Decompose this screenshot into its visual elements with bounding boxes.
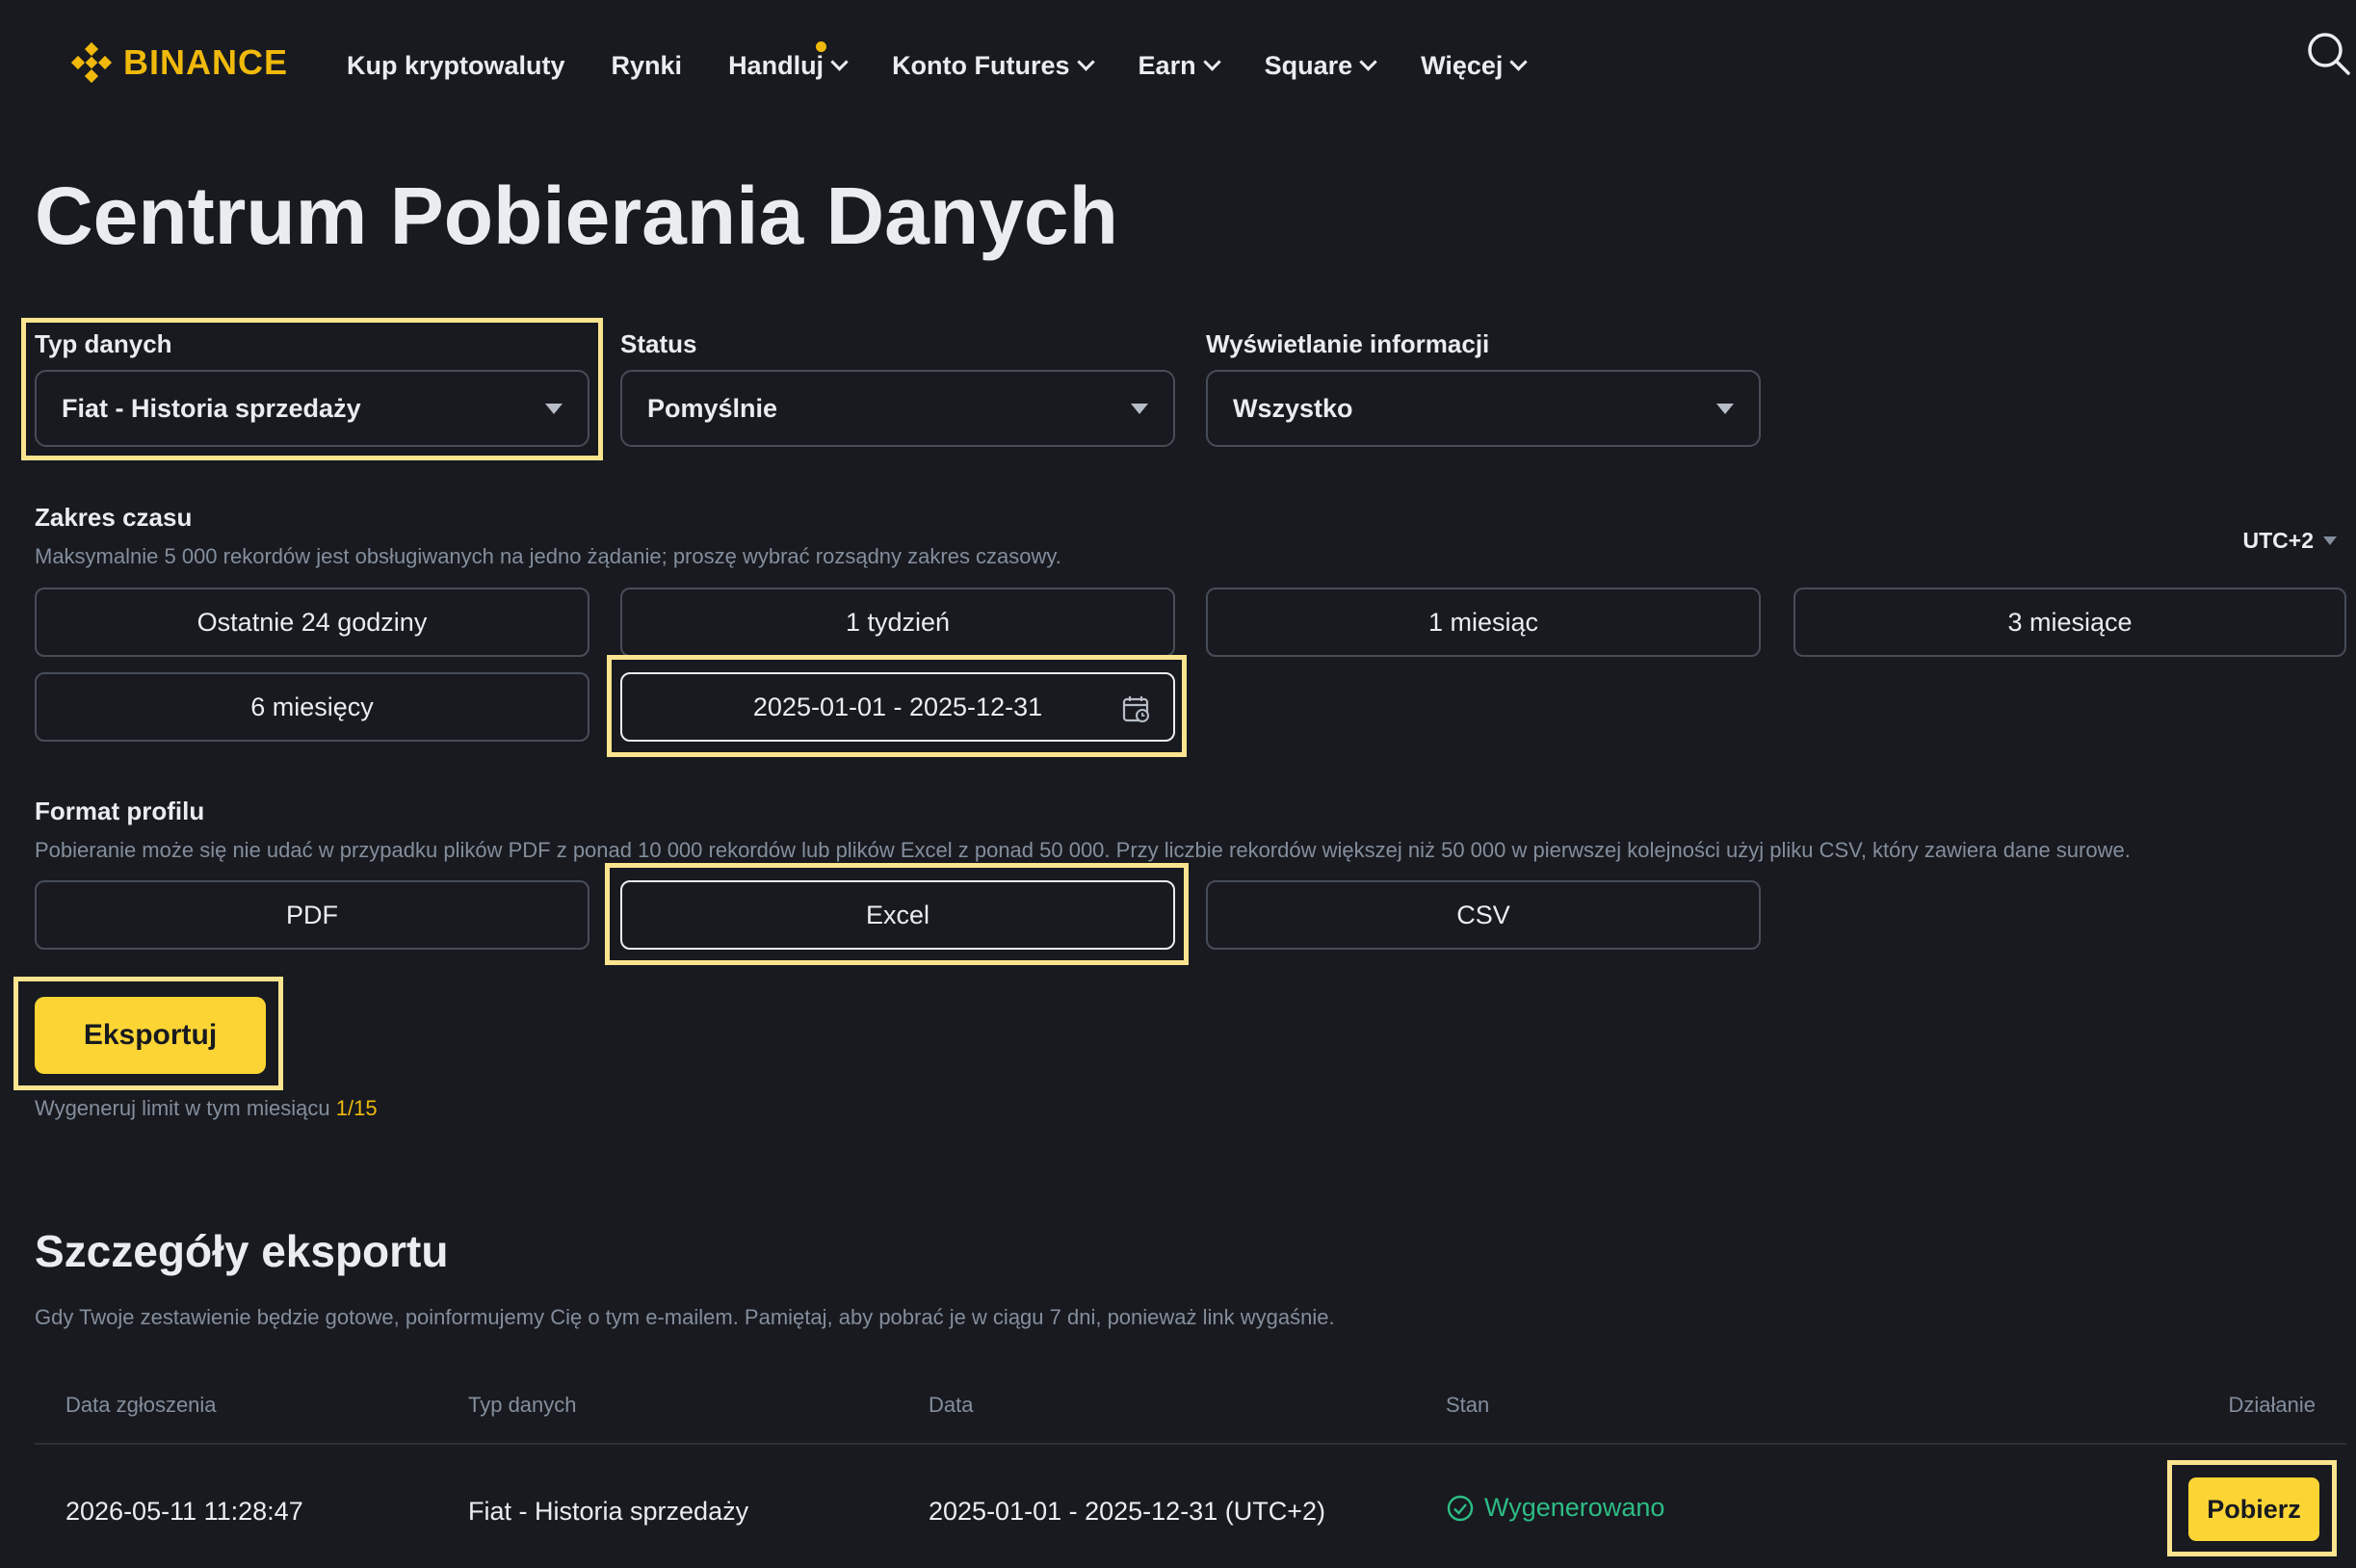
column-header-submitted: Data zgłoszenia xyxy=(65,1393,217,1417)
range-3m-button[interactable]: 3 miesiące xyxy=(1793,588,2346,657)
range-24h-button[interactable]: Ostatnie 24 godziny xyxy=(35,588,589,657)
nav-item-buy-crypto[interactable]: Kup kryptowaluty xyxy=(347,51,565,81)
cell-submitted: 2026-05-11 11:28:47 xyxy=(65,1497,303,1526)
export-limit: Wygeneruj limit w tym miesiącu 1/15 xyxy=(35,1096,378,1121)
column-header-data-type: Typ danych xyxy=(468,1393,577,1417)
nav-label: Earn xyxy=(1138,50,1196,80)
caret-down-icon xyxy=(545,403,563,414)
page-title: Centrum Pobierania Danych xyxy=(35,170,1118,261)
format-label: Format profilu xyxy=(35,797,205,825)
time-range-hint: Maksymalnie 5 000 rekordów jest obsługiw… xyxy=(35,544,1061,568)
cell-status: Wygenerowano xyxy=(1446,1493,1664,1523)
display-value: Wszystko xyxy=(1233,393,1353,423)
nav-label: Square xyxy=(1264,50,1353,80)
caret-down-icon xyxy=(1131,403,1148,414)
export-button[interactable]: Eksportuj xyxy=(35,997,266,1074)
caret-down-icon xyxy=(1716,403,1734,414)
format-hint: Pobieranie może się nie udać w przypadku… xyxy=(35,838,2131,862)
nav-label: Więcej xyxy=(1421,50,1504,80)
nav-item-earn[interactable]: Earn xyxy=(1138,50,1221,81)
timezone-value: UTC+2 xyxy=(2242,528,2315,553)
download-button[interactable]: Pobierz xyxy=(2188,1477,2319,1541)
chevron-down-icon xyxy=(1509,52,1529,71)
table-divider xyxy=(35,1443,2346,1445)
chevron-down-icon xyxy=(1359,52,1377,71)
status-text: Wygenerowano xyxy=(1484,1493,1665,1522)
range-1m-button[interactable]: 1 miesiąc xyxy=(1206,588,1761,657)
notification-dot xyxy=(816,40,827,52)
logo-text: BINANCE xyxy=(123,42,289,82)
display-label: Wyświetlanie informacji xyxy=(1206,329,1490,358)
column-header-status: Stan xyxy=(1446,1393,1490,1417)
status-label: Status xyxy=(620,329,697,358)
nav-label: Rynki xyxy=(611,50,683,80)
format-excel-button[interactable]: Excel xyxy=(620,880,1175,950)
nav-item-trade[interactable]: Handluj xyxy=(728,40,849,81)
nav-item-markets[interactable]: Rynki xyxy=(612,51,683,81)
nav-label: Handluj xyxy=(728,50,825,80)
data-type-value: Fiat - Historia sprzedaży xyxy=(62,393,361,423)
cell-date: 2025-01-01 - 2025-12-31 (UTC+2) xyxy=(929,1497,1325,1526)
nav-label: Konto Futures xyxy=(892,50,1070,80)
export-details-hint: Gdy Twoje zestawienie będzie gotowe, poi… xyxy=(35,1305,1335,1329)
time-range-label: Zakres czasu xyxy=(35,503,193,532)
chevron-down-icon xyxy=(1202,52,1221,71)
check-circle-icon xyxy=(1447,1495,1474,1521)
caret-down-icon xyxy=(2323,536,2337,545)
nav-item-more[interactable]: Więcej xyxy=(1421,50,1529,81)
main-nav: Kup kryptowaluty Rynki Handluj Konto Fut… xyxy=(347,40,1571,87)
status-value: Pomyślnie xyxy=(647,393,778,423)
timezone-select[interactable]: UTC+2 xyxy=(2242,528,2337,554)
export-limit-text: Wygeneruj limit w tym miesiącu xyxy=(35,1096,330,1120)
cell-data-type: Fiat - Historia sprzedaży xyxy=(468,1497,749,1526)
binance-logo[interactable]: BINANCE xyxy=(69,39,288,87)
format-csv-button[interactable]: CSV xyxy=(1206,880,1761,950)
calendar-icon xyxy=(1122,696,1149,722)
range-1w-button[interactable]: 1 tydzień xyxy=(620,588,1175,657)
range-6m-button[interactable]: 6 miesięcy xyxy=(35,672,589,742)
chevron-down-icon xyxy=(830,52,849,71)
date-range-value: 2025-01-01 - 2025-12-31 xyxy=(752,692,1043,721)
nav-label: Kup kryptowaluty xyxy=(347,50,565,80)
export-details-title: Szczegóły eksportu xyxy=(35,1226,449,1276)
date-range-picker[interactable]: 2025-01-01 - 2025-12-31 xyxy=(620,672,1175,742)
data-type-label: Typ danych xyxy=(35,329,172,358)
nav-item-futures[interactable]: Konto Futures xyxy=(892,50,1095,81)
search-icon[interactable] xyxy=(2304,29,2354,79)
data-type-select[interactable]: Fiat - Historia sprzedaży xyxy=(35,370,589,447)
status-select[interactable]: Pomyślnie xyxy=(620,370,1175,447)
display-select[interactable]: Wszystko xyxy=(1206,370,1761,447)
binance-logo-icon xyxy=(70,41,113,84)
export-limit-value: 1/15 xyxy=(335,1096,378,1120)
format-pdf-button[interactable]: PDF xyxy=(35,880,589,950)
chevron-down-icon xyxy=(1076,52,1095,71)
column-header-action: Działanie xyxy=(2228,1393,2317,1417)
column-header-date: Data xyxy=(929,1393,974,1417)
nav-item-square[interactable]: Square xyxy=(1264,50,1377,81)
